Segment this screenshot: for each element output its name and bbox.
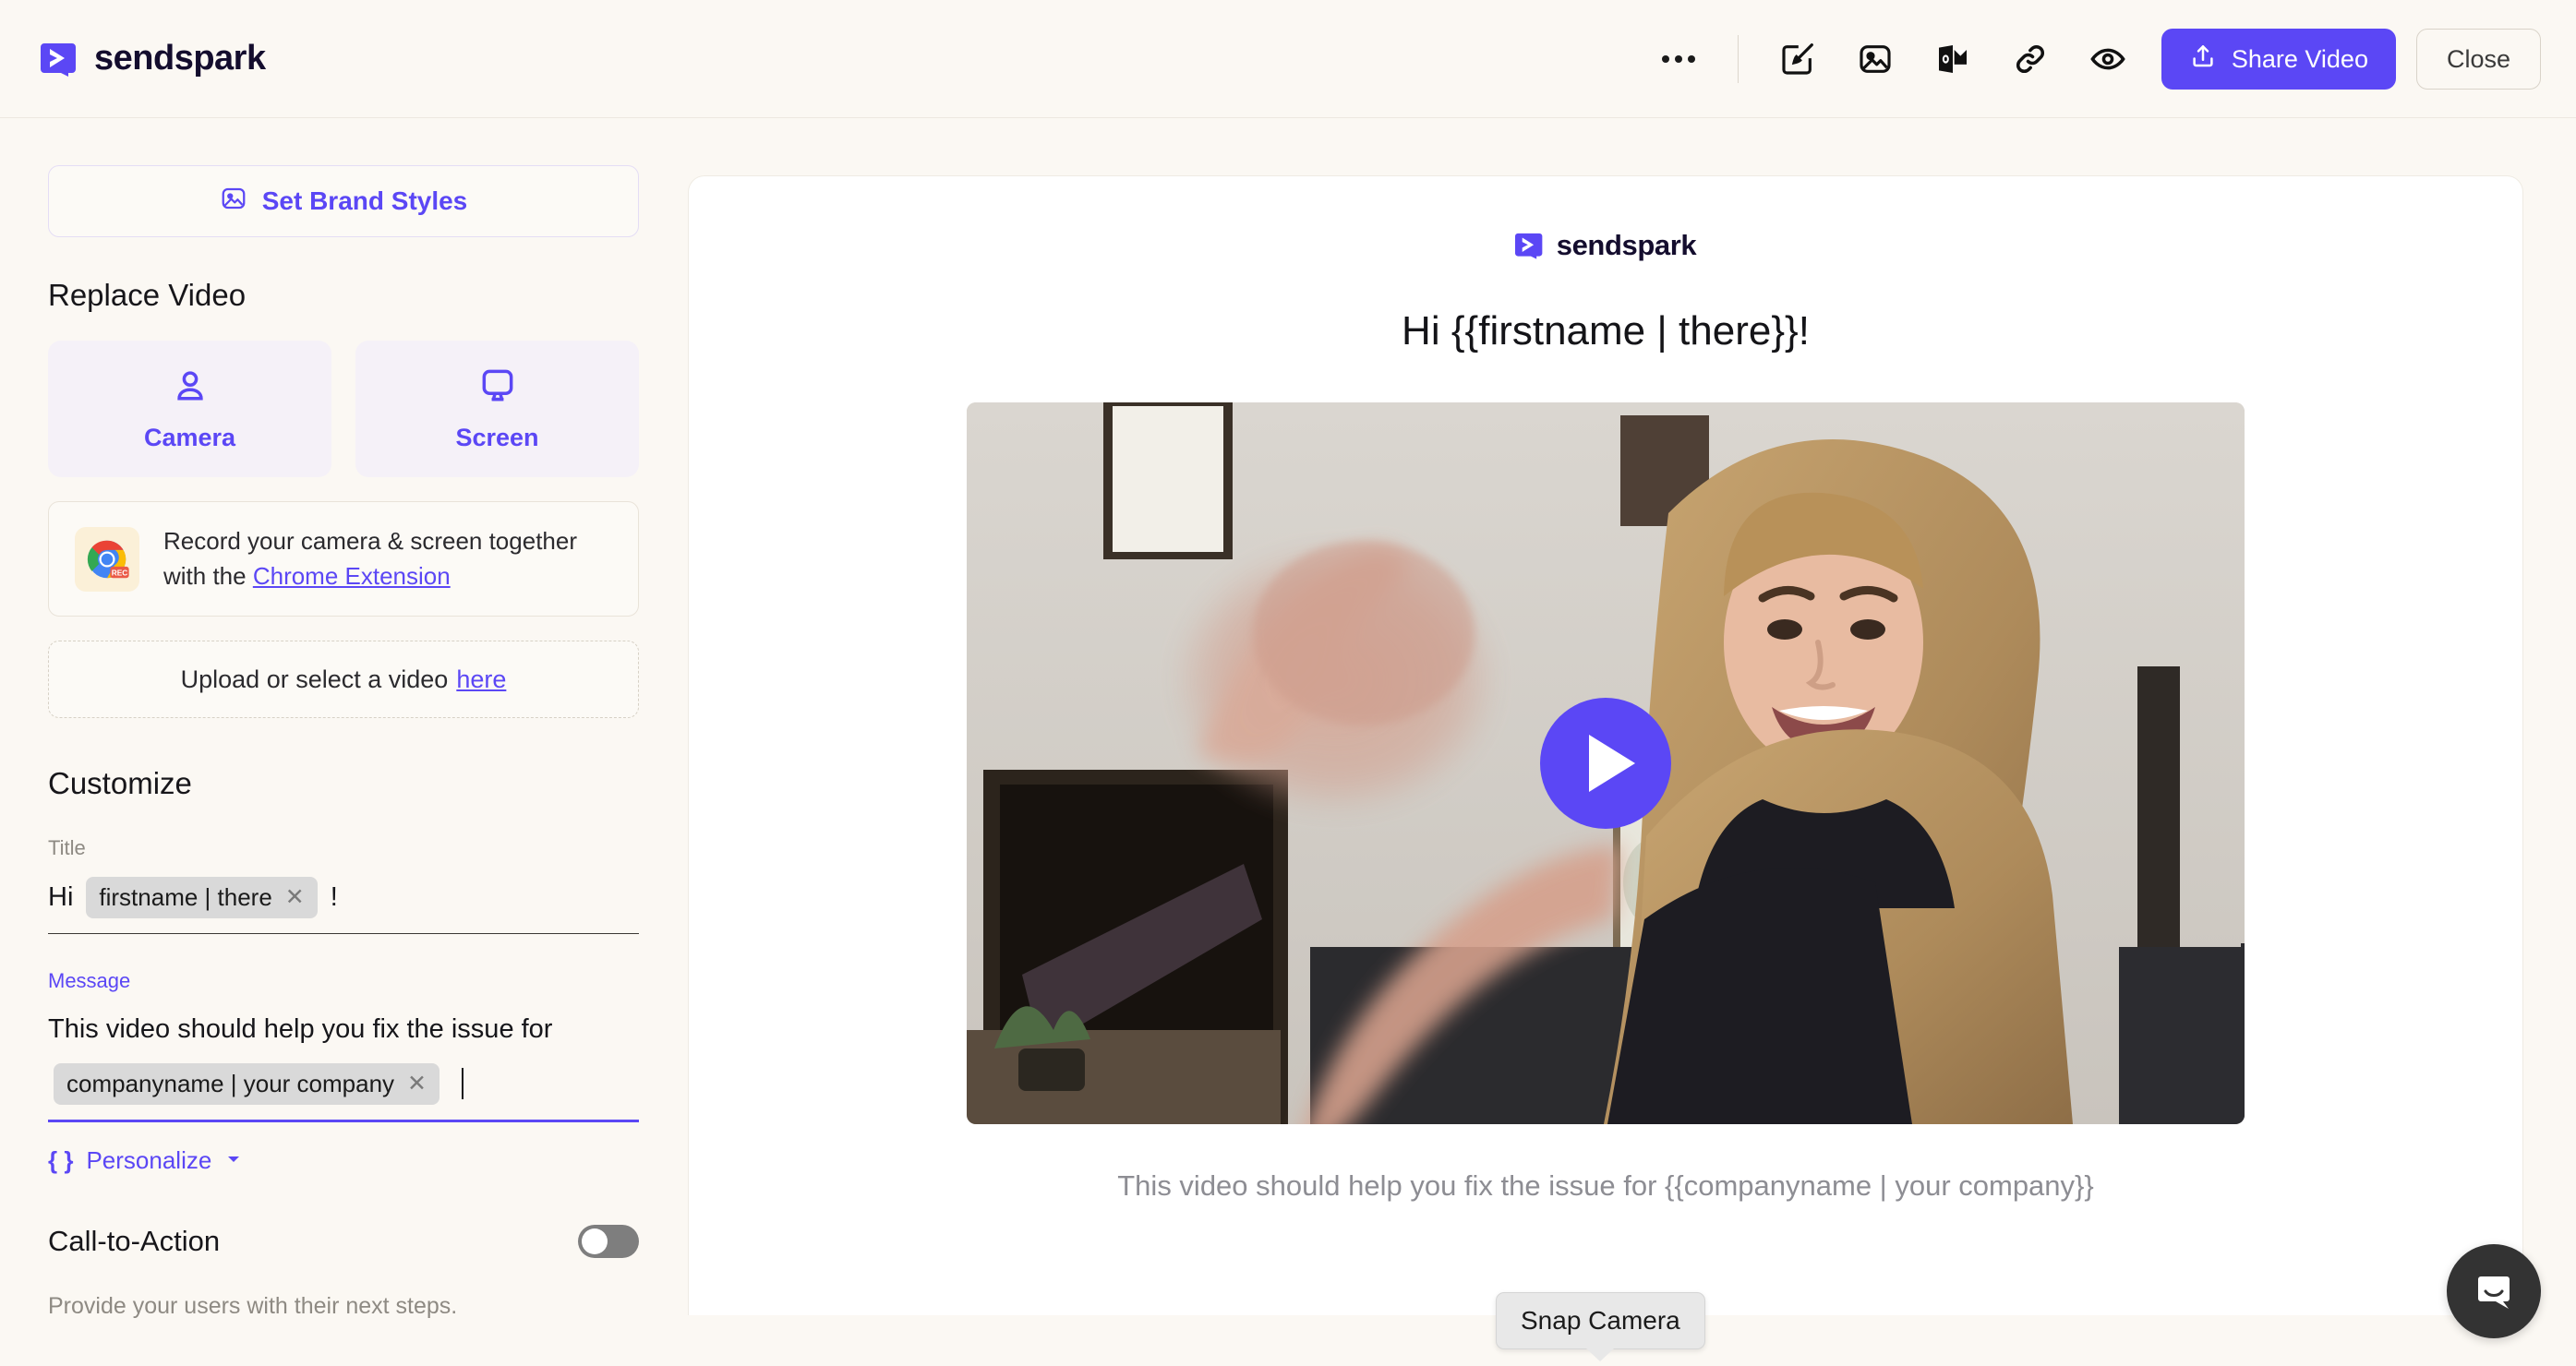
preview-logo-text: sendspark — [1556, 229, 1697, 261]
more-options-icon[interactable] — [1650, 30, 1707, 88]
title-suffix-text: ! — [330, 882, 338, 913]
snap-camera-tooltip: Snap Camera — [1496, 1292, 1705, 1349]
intercom-chat-icon[interactable] — [2447, 1244, 2541, 1338]
close-icon[interactable]: ✕ — [285, 886, 305, 909]
share-video-label: Share Video — [2231, 44, 2368, 73]
customize-icon[interactable] — [1769, 30, 1826, 88]
message-field-label: Message — [48, 969, 131, 993]
replace-video-heading: Replace Video — [48, 278, 247, 312]
upload-video-box[interactable]: Upload or select a video here — [48, 641, 639, 719]
video-thumbnail[interactable] — [967, 402, 2245, 1124]
message-input[interactable]: companyname | your company ✕ — [48, 1062, 639, 1122]
thumbnail-icon[interactable] — [1847, 30, 1904, 88]
play-icon — [1589, 735, 1635, 792]
image-icon — [220, 185, 247, 219]
title-input[interactable]: Hi firstname | there ✕ ! — [48, 877, 639, 935]
customize-heading: Customize — [48, 766, 192, 801]
title-variable-chip[interactable]: firstname | there ✕ — [86, 877, 318, 919]
call-to-action-toggle[interactable] — [578, 1224, 639, 1258]
share-video-button[interactable]: Share Video — [2161, 29, 2396, 90]
upload-video-link[interactable]: here — [456, 665, 506, 694]
toggle-knob — [582, 1228, 608, 1254]
preview-logo: sendspark — [689, 229, 2522, 262]
title-field-label: Title — [48, 836, 86, 860]
chrome-rec-icon: REC — [75, 526, 139, 592]
app-logo-text: sendspark — [94, 39, 266, 78]
text-cursor — [462, 1068, 463, 1100]
message-variable-chip[interactable]: companyname | your company ✕ — [54, 1062, 439, 1105]
sendspark-logo-icon — [41, 39, 81, 79]
editor-sidebar: Set Brand Styles Replace Video Camera Sc… — [0, 119, 687, 1366]
preview-caption: This video should help you fix the issue… — [1117, 1169, 2094, 1202]
title-chip-label: firstname | there — [99, 883, 272, 912]
message-chip-label: companyname | your company — [66, 1069, 395, 1097]
personalize-label: Personalize — [86, 1145, 212, 1174]
set-brand-styles-button[interactable]: Set Brand Styles — [48, 165, 639, 237]
close-button[interactable]: Close — [2415, 29, 2541, 90]
svg-text:REC: REC — [112, 568, 128, 577]
record-camera-label: Camera — [143, 424, 236, 451]
title-prefix-text: Hi — [48, 882, 74, 913]
chrome-extension-link[interactable]: Chrome Extension — [253, 562, 451, 590]
chevron-down-icon — [224, 1146, 243, 1175]
app-root: sendspark Share Video Close Set Brand St… — [0, 0, 2576, 1366]
app-logo[interactable]: sendspark — [41, 39, 266, 79]
upload-icon — [2189, 42, 2217, 77]
copy-link-icon[interactable] — [2002, 30, 2059, 88]
sendspark-logo-icon — [1514, 230, 1547, 261]
person-icon — [170, 365, 211, 411]
toolbar-actions: Share Video Close — [1640, 0, 2541, 118]
close-icon[interactable]: ✕ — [407, 1072, 427, 1096]
toolbar-divider — [1737, 35, 1739, 83]
personalize-dropdown[interactable]: { } Personalize — [48, 1146, 639, 1175]
record-screen-label: Screen — [455, 424, 539, 451]
set-brand-styles-label: Set Brand Styles — [261, 186, 468, 215]
message-field-group: Message This video should help you fix t… — [48, 969, 639, 1122]
curly-braces-icon: { } — [48, 1145, 74, 1174]
outlook-icon[interactable] — [1924, 30, 1981, 88]
preview-title: Hi {{firstname | there}}! — [1402, 308, 1810, 353]
video-preview-card: sendspark Hi {{firstname | there}}! This… — [688, 175, 2523, 1315]
upload-video-label: Upload or select a video — [180, 665, 449, 693]
message-text: This video should help you fix the issue… — [48, 1014, 553, 1045]
play-button[interactable] — [1540, 698, 1671, 829]
call-to-action-description: Provide your users with their next steps… — [48, 1292, 458, 1319]
record-camera-tile[interactable]: Camera — [48, 341, 331, 477]
preview-icon[interactable] — [2079, 30, 2137, 88]
chrome-extension-text: Record your camera & screen together wit… — [163, 524, 612, 593]
monitor-icon — [477, 365, 518, 411]
record-screen-tile[interactable]: Screen — [355, 341, 639, 477]
call-to-action-row: Call-to-Action — [48, 1224, 639, 1258]
top-toolbar: sendspark Share Video Close — [0, 0, 2576, 118]
call-to-action-label: Call-to-Action — [48, 1224, 221, 1257]
record-options: Camera Screen — [48, 341, 639, 477]
chrome-extension-card: REC Record your camera & screen together… — [48, 501, 639, 617]
title-field-group: Title Hi firstname | there ✕ ! — [48, 836, 639, 935]
